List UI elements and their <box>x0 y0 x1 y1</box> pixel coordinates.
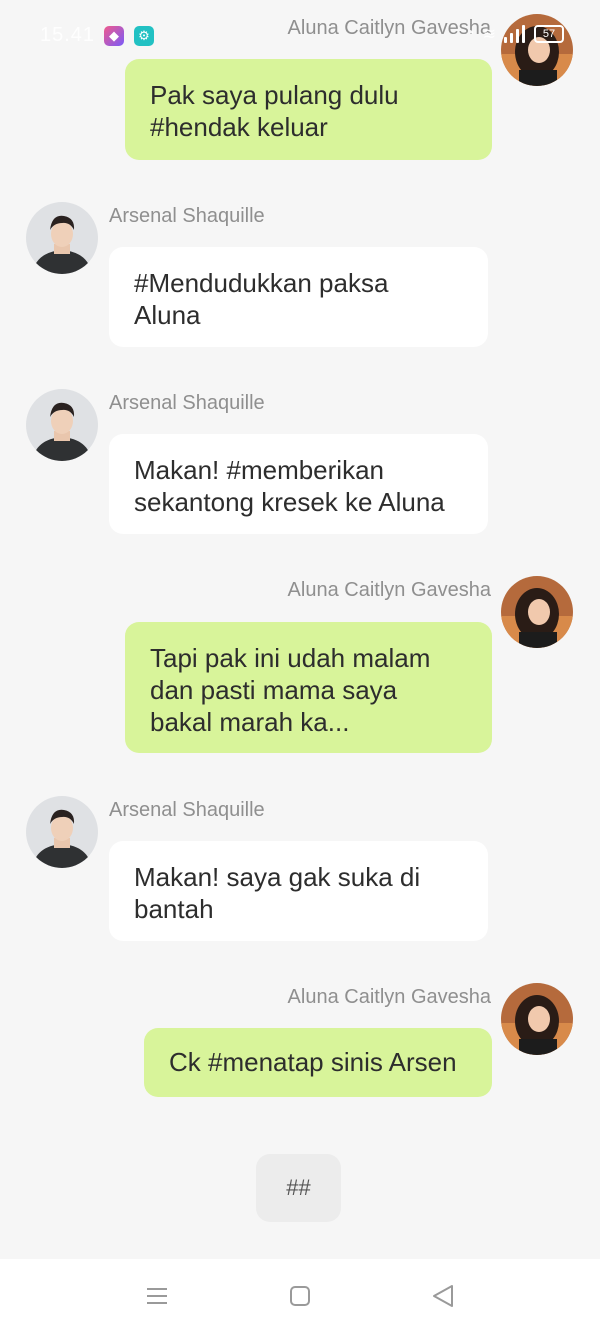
home-square-icon[interactable] <box>285 1281 315 1311</box>
avatar[interactable] <box>501 983 573 1055</box>
sender-name: Aluna Caitlyn Gavesha <box>287 579 491 601</box>
avatar[interactable] <box>26 796 98 868</box>
chat-message: Arsenal Shaquille Makan! saya gak suka d… <box>0 784 600 954</box>
message-bubble: Ck #menatap sinis Arsen <box>144 1028 492 1097</box>
message-bubble: Tapi pak ini udah malam dan pasti mama s… <box>125 622 492 753</box>
avatar[interactable] <box>26 389 98 461</box>
sender-name: Aluna Caitlyn Gavesha <box>287 986 491 1008</box>
menu-icon[interactable] <box>142 1281 172 1311</box>
status-bar: 15.41 ◆ ⚙ ◔ ≋ 57 <box>0 0 600 60</box>
sender-name: Arsenal Shaquille <box>109 205 265 227</box>
chat-message: Aluna Caitlyn Gavesha Tapi pak ini udah … <box>0 564 600 764</box>
message-bubble: Pak saya pulang dulu #hendak keluar <box>125 59 492 160</box>
chat-message: Aluna Caitlyn Gavesha Ck #menatap sinis … <box>0 971 600 1111</box>
status-indicators: ◔ ≋ 57 <box>465 24 564 44</box>
signal-icon <box>504 25 526 43</box>
message-bubble: Makan! saya gak suka di bantah <box>109 841 488 941</box>
notification-app-icon-2: ⚙ <box>134 26 154 46</box>
sender-name: Arsenal Shaquille <box>109 799 265 821</box>
message-bubble: Makan! #memberikan sekantong kresek ke A… <box>109 434 488 534</box>
avatar[interactable] <box>501 576 573 648</box>
avatar[interactable] <box>26 202 98 274</box>
chat-message: Arsenal Shaquille Makan! #memberikan sek… <box>0 377 600 547</box>
notification-app-icon: ◆ <box>104 26 124 46</box>
message-bubble: #Mendudukkan paksa Aluna <box>109 247 488 347</box>
back-triangle-icon[interactable] <box>428 1281 458 1311</box>
chat-message: Arsenal Shaquille #Mendudukkan paksa Alu… <box>0 190 600 360</box>
wifi-icon: ≋ <box>482 26 496 43</box>
hash-action-button[interactable]: ## <box>256 1154 341 1222</box>
navigation-bar <box>0 1259 600 1333</box>
status-time: 15.41 <box>40 24 96 46</box>
sender-name: Arsenal Shaquille <box>109 392 265 414</box>
battery-icon: 57 <box>534 25 564 43</box>
alarm-icon: ◔ <box>464 25 475 42</box>
